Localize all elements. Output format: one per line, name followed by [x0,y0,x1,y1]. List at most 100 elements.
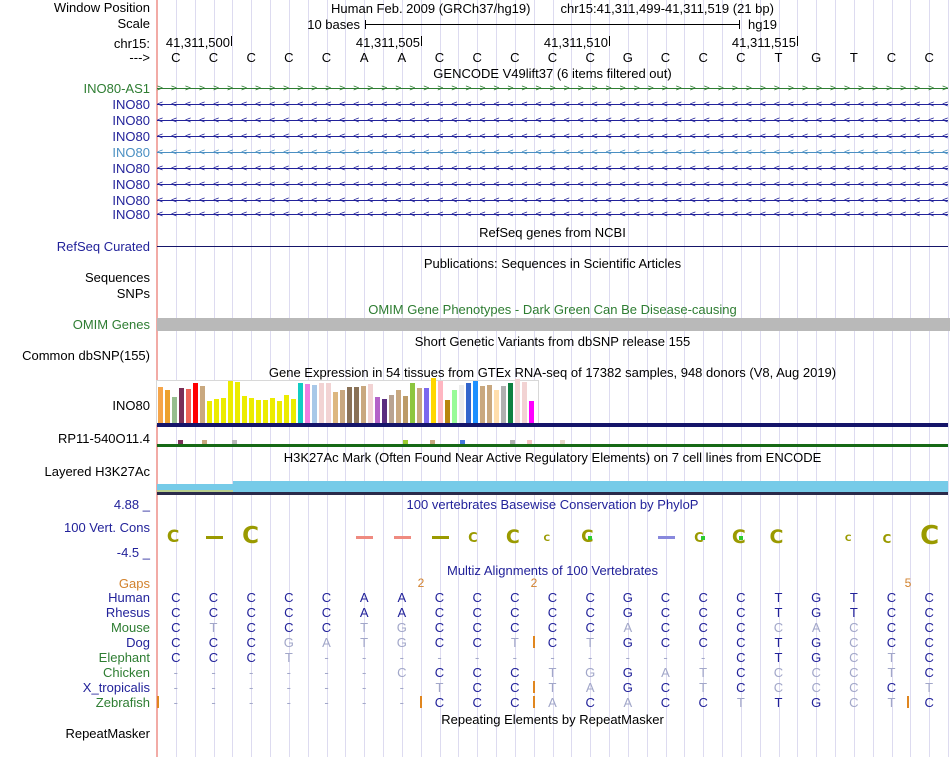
gene-row[interactable]: <<<<<<<<<<<<<<<<<<<<<<<<<<<<<<<<<<<<<<<<… [157,98,948,111]
alignment-base: G [811,635,822,650]
alignment-base: T [548,680,557,695]
multiz-track-title: Multiz Alignments of 100 Vertebrates [446,563,658,578]
alignment-base: C [924,650,934,665]
species-label: Zebrafish [95,695,150,710]
alignment-base: T [774,590,783,605]
alignment-base: C [472,605,482,620]
gene-label: INO80 [112,207,150,222]
scale-label: Scale [117,16,150,31]
alignment-base: C [924,590,934,605]
h3k27ac-signal-right[interactable] [233,481,948,492]
base-letter: C [321,50,332,65]
rp11-label: RP11-540O11.4 [57,431,150,446]
gene-label: INO80 [112,145,150,160]
species-label: Rhesus [105,605,150,620]
alignment-base: C [736,605,746,620]
ruler-tick-label: 41,311,505 [355,35,420,50]
gene-row[interactable]: <<<<<<<<<<<<<<<<<<<<<<<<<<<<<<<<<<<<<<<<… [157,162,948,175]
gene-row[interactable]: <<<<<<<<<<<<<<<<<<<<<<<<<<<<<<<<<<<<<<<<… [157,114,948,127]
alignment-base: T [849,605,858,620]
gene-row[interactable]: <<<<<<<<<<<<<<<<<<<<<<<<<<<<<<<<<<<<<<<<… [157,194,948,207]
base-letter: G [811,50,822,65]
alignment-base: C [585,695,595,710]
scale-bar-right-cap [739,20,740,29]
base-letter: C [736,50,746,65]
alignment-base: C [886,605,897,620]
alignment-base: T [586,635,595,650]
species-label: Elephant [98,650,150,665]
alignment-base: C [773,680,784,695]
alignment-base: C [510,590,520,605]
species-label: Human [108,590,150,605]
phylop-track-title: 100 vertebrates Basewise Conservation by… [406,497,699,512]
ruler-tick-label: 41,311,515 [731,35,796,50]
alignment-base: C [171,620,181,635]
repeatmasker-track-title: Repeating Elements by RepeatMasker [441,712,664,727]
alignment-base: C [736,635,746,650]
alignment-base: A [359,590,369,605]
alignment-base: - [324,665,329,680]
alignment-base: C [171,650,181,665]
base-letter: G [622,50,633,65]
alignment-base: C [547,635,558,650]
phylop-track-label: 100 Vert. Cons [64,520,150,535]
alignment-base: T [736,695,745,710]
alignment-base: C [698,590,708,605]
alignment-base: C [321,620,332,635]
alignment-base: C [886,590,897,605]
alignment-base: C [698,635,708,650]
sequences-track-label: Sequences [84,270,150,285]
alignment-base: A [322,635,331,650]
omim-gene-bar[interactable] [157,318,950,331]
alignment-base: C [510,680,520,695]
alignment-base: C [472,680,482,695]
refseq-gene-line[interactable] [157,246,948,247]
alignment-base: C [698,605,708,620]
rp11-gene-line[interactable] [157,444,948,447]
gene-label: INO80 [112,129,150,144]
alignment-base: C [547,605,558,620]
gaps-row-label: Gaps [118,576,150,591]
alignment-base: C [736,680,746,695]
base-letter: C [208,50,219,65]
alignment-base: G [622,590,633,605]
alignment-base: - [700,650,706,665]
assembly-title: Human Feb. 2009 (GRCh37/hg19) [331,1,531,16]
alignment-base: A [661,665,670,680]
alignment-base: C [773,665,784,680]
gap-size-number: 2 [530,576,538,590]
alignment-base: - [361,695,367,710]
alignment-base: A [623,695,633,710]
alignment-base: - [286,680,291,695]
alignment-base: - [211,680,216,695]
alignment-base: - [399,695,404,710]
window-coordinates: chr15:41,311,499-41,311,519 (21 bp) [560,1,774,16]
alignment-base: C [924,665,934,680]
alignment-base: - [324,680,329,695]
gene-row[interactable]: >>>>>>>>>>>>>>>>>>>>>>>>>>>>>>>>>>>>>>>>… [157,82,948,95]
gene-row[interactable]: <<<<<<<<<<<<<<<<<<<<<<<<<<<<<<<<<<<<<<<<… [157,178,948,191]
alignment-base: G [283,635,294,650]
gene-label: INO80 [112,177,150,192]
gene-row[interactable]: <<<<<<<<<<<<<<<<<<<<<<<<<<<<<<<<<<<<<<<<… [157,146,948,159]
common-dbsnp-label: Common dbSNP(155) [22,348,150,363]
alignment-base: A [397,590,407,605]
alignment-base: - [437,650,442,665]
alignment-base: - [324,695,329,710]
alignment-base: - [324,650,329,665]
alignment-base: G [396,620,407,635]
gene-row[interactable]: <<<<<<<<<<<<<<<<<<<<<<<<<<<<<<<<<<<<<<<<… [157,130,948,143]
base-letter: T [849,50,858,65]
alignment-base: C [660,695,671,710]
scale-bar [365,24,739,25]
alignment-base: - [512,650,517,665]
phylop-min-label: -4.5 _ [116,545,150,560]
alignment-base: C [246,650,256,665]
alignment-base: C [321,605,332,620]
gene-row[interactable]: <<<<<<<<<<<<<<<<<<<<<<<<<<<<<<<<<<<<<<<<… [157,208,948,221]
alignment-base: A [359,605,369,620]
omim-track-title: OMIM Gene Phenotypes - Dark Green Can Be… [368,302,737,317]
window-position-label: Window Position [53,0,150,15]
alignment-base: C [811,680,821,695]
genome-browser-image: Window Position Human Feb. 2009 (GRCh37/… [0,0,950,757]
